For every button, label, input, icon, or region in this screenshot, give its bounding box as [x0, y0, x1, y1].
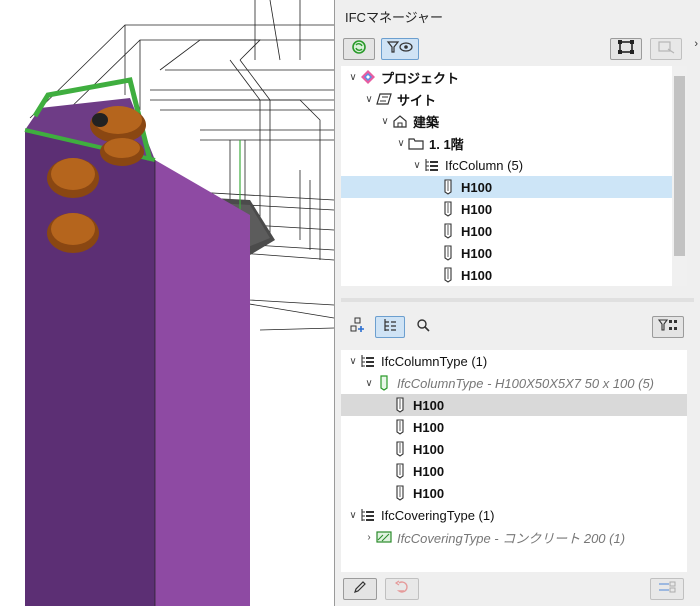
tree-row[interactable]: H100 — [341, 438, 687, 460]
fit-selection-button[interactable] — [610, 38, 642, 60]
tree-row[interactable]: H100 — [341, 176, 672, 198]
hierarchy-button[interactable] — [375, 316, 405, 338]
column-icon — [439, 223, 457, 239]
search-icon — [416, 318, 430, 337]
refresh-icon — [351, 39, 367, 60]
spatial-tree-scrollbar[interactable] — [672, 66, 687, 286]
tree-row-label: H100 — [461, 201, 493, 217]
tree-row-label: H100 — [413, 463, 445, 479]
expand-caret-icon[interactable]: ∨ — [395, 138, 407, 149]
tree-row-label: H100 — [413, 485, 445, 501]
tree-row[interactable]: ∨ IfcColumnType - H100X50X5X7 50 x 100 (5… — [341, 372, 687, 394]
tree-row[interactable]: H100 — [341, 264, 672, 286]
column-icon — [439, 267, 457, 283]
column-icon — [391, 485, 409, 501]
model-view — [24, 0, 334, 606]
expand-caret-icon[interactable]: ∨ — [347, 72, 359, 83]
element-group-icon — [423, 157, 441, 173]
project-icon — [359, 69, 377, 85]
tree-row[interactable]: ∨ サイト — [341, 88, 672, 110]
column-icon — [391, 441, 409, 457]
tree-row[interactable]: ∨ IfcColumn (5) — [341, 154, 672, 176]
filter-eye-icon — [386, 40, 414, 59]
covering-type-icon — [375, 529, 393, 545]
tree-row[interactable]: › IfcCoveringType - コンクリート 200 (1) — [341, 526, 687, 548]
frame-select-icon — [617, 39, 635, 60]
spatial-tree[interactable]: H100 H100 H100 H100 H100 ∨ IfcColumn (5) ∨ 1. 1階… — [341, 66, 687, 286]
filter-tree-button[interactable] — [652, 316, 684, 338]
search-button[interactable] — [409, 316, 437, 338]
tree-row[interactable]: ∨ IfcColumnType (1) — [341, 350, 687, 372]
transfer-settings-icon — [657, 580, 677, 599]
tree-row-label: H100 — [413, 441, 445, 457]
edit-button[interactable] — [343, 578, 377, 600]
tree-row[interactable]: ∨ プロジェクト — [341, 66, 672, 88]
tree-row[interactable]: H100 — [341, 394, 687, 416]
tree-row[interactable]: ∨ IfcCoveringType (1) — [341, 504, 687, 526]
tree-row[interactable]: ∨ 1. 1階 — [341, 132, 672, 154]
element-group-icon — [359, 353, 377, 369]
tree-row[interactable]: H100 — [341, 198, 672, 220]
panel-title: IFCマネージャー — [345, 10, 444, 25]
column-type-icon — [375, 375, 393, 391]
column-icon — [439, 245, 457, 261]
expand-caret-icon[interactable]: ∨ — [363, 378, 375, 389]
tree-row[interactable]: H100 — [341, 460, 687, 482]
site-icon — [375, 91, 393, 107]
tree-row[interactable]: H100 — [341, 416, 687, 438]
tree-row-label: H100 — [413, 419, 445, 435]
collapse-panel-button[interactable]: › — [694, 38, 698, 50]
undo-button[interactable] — [385, 578, 419, 600]
expand-caret-icon[interactable]: ∨ — [363, 94, 375, 105]
3d-viewport[interactable] — [0, 0, 334, 606]
filter-tree-icon — [657, 318, 678, 337]
tree-row[interactable]: H100 — [341, 220, 672, 242]
expand-caret-icon[interactable]: ∨ — [411, 160, 423, 171]
tree-row-label: IfcCoveringType - コンクリート 200 (1) — [397, 530, 626, 546]
tree-row[interactable]: H100 — [341, 242, 672, 264]
tree-row-label: 建築 — [413, 114, 440, 130]
expand-caret-icon[interactable]: › — [363, 532, 375, 543]
type-tree[interactable]: › IfcCoveringType - コンクリート 200 (1) ∨ IfcCov… — [341, 350, 687, 572]
refresh-button[interactable] — [343, 38, 375, 60]
tree-row-label: H100 — [461, 267, 493, 283]
expand-caret-icon[interactable]: ∨ — [379, 116, 391, 127]
column-icon — [391, 463, 409, 479]
tree-row-label: IfcColumnType - H100X50X5X7 50 x 100 (5) — [397, 375, 655, 391]
filter-visibility-button[interactable] — [381, 38, 419, 60]
scrollbar-thumb[interactable] — [674, 76, 685, 256]
hierarchy-icon — [382, 317, 398, 338]
storey-folder-icon — [407, 135, 425, 151]
add-node-button[interactable] — [343, 316, 373, 338]
tree-row-label: H100 — [461, 245, 493, 261]
column-icon — [439, 179, 457, 195]
column-icon — [391, 397, 409, 413]
tree-row-label: プロジェクト — [381, 70, 460, 86]
element-group-icon — [359, 507, 377, 523]
frame-arrow-button[interactable] — [650, 38, 682, 60]
tree-row-label: H100 — [461, 179, 493, 195]
tree-row-label: IfcColumn (5) — [445, 157, 524, 173]
column-icon — [439, 201, 457, 217]
tree-row-label: H100 — [413, 397, 445, 413]
tree-row-label: IfcColumnType (1) — [381, 353, 488, 369]
pencil-icon — [353, 580, 367, 599]
ifc-manager-panel: IFCマネージャー › H100 H100 H100 H100 H100 ∨ IfcColu… — [334, 0, 700, 606]
expand-caret-icon[interactable]: ∨ — [347, 510, 359, 521]
building-icon — [391, 113, 409, 129]
tree-row-label: IfcCoveringType (1) — [381, 507, 495, 523]
tree-row[interactable]: ∨ 建築 — [341, 110, 672, 132]
add-node-icon — [349, 316, 367, 339]
tree-row-label: H100 — [461, 223, 493, 239]
tree-row-label: 1. 1階 — [429, 136, 464, 152]
transfer-settings-button[interactable] — [650, 578, 684, 600]
splitter[interactable] — [341, 298, 694, 302]
undo-icon — [394, 580, 410, 599]
frame-arrow-icon — [657, 39, 675, 60]
tree-row[interactable]: H100 — [341, 482, 687, 504]
tree-row-label: サイト — [397, 92, 437, 108]
expand-caret-icon[interactable]: ∨ — [347, 356, 359, 367]
column-icon — [391, 419, 409, 435]
